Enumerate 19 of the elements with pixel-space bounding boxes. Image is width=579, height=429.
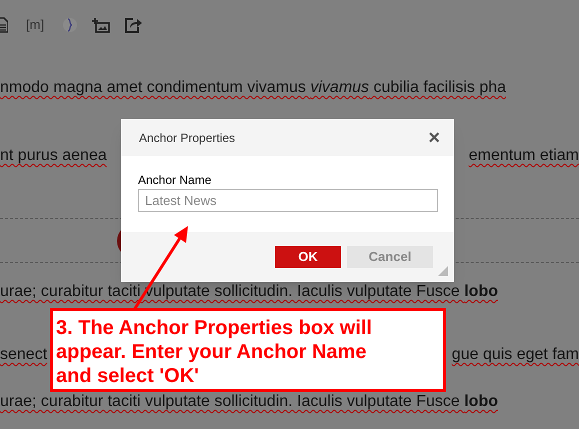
share-icon[interactable] (124, 17, 142, 33)
document-icon[interactable] (0, 17, 8, 33)
field-label: Anchor Name (138, 173, 212, 187)
body-text: nt purus aenea (0, 147, 107, 165)
body-text: urae; curabitur taciti vulputate sollicitudin. Iaculis vulputate Fusce lobo (0, 393, 498, 411)
body-text: nmodo magna amet condimentum vivamus vivamus cubilia facilisis pha (0, 79, 506, 97)
add-image-icon[interactable] (92, 17, 110, 33)
body-text: urae; curabitur taciti vulputate sollicitudin. Iaculis vulputate Fusce lobo (0, 283, 498, 301)
resize-grip-icon[interactable] (438, 266, 448, 276)
body-text: ementum etiam (468, 147, 579, 165)
brace-icon[interactable] (62, 17, 78, 33)
close-button[interactable]: × (428, 128, 440, 148)
body-text: gue quis eget fam (452, 346, 579, 364)
input-field[interactable]: Latest News (138, 189, 438, 212)
callout-text: 3. The Anchor Properties box will appear. Enter your Anchor Name and select 'OK' (56, 316, 373, 388)
ok-button[interactable]: OK (275, 246, 341, 268)
markup-button[interactable]: [m] (26, 15, 44, 35)
body-text: senect (0, 346, 48, 364)
dialog-title: Anchor Properties (139, 130, 236, 146)
